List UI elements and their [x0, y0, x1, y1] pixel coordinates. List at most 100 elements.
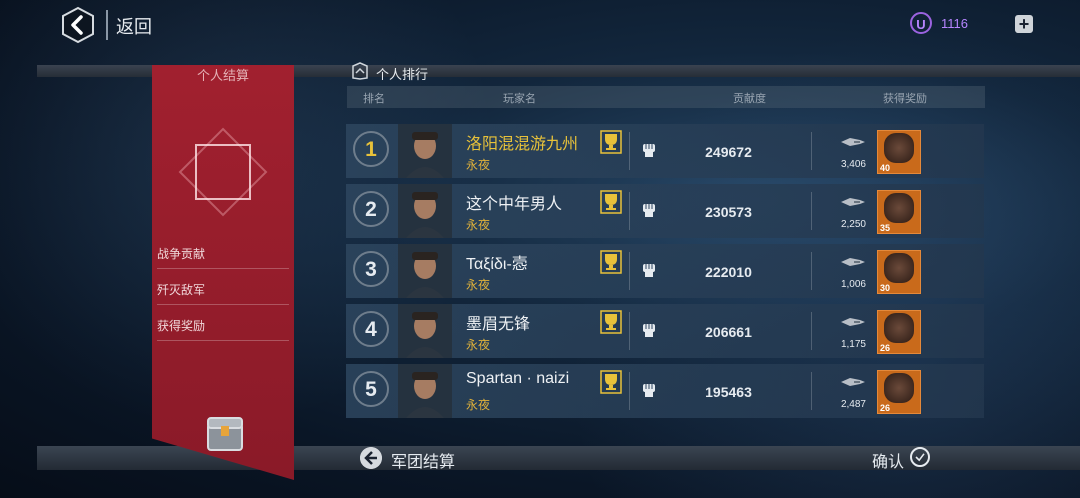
- reward-item[interactable]: 35: [877, 190, 921, 234]
- ship-reward-icon: [841, 378, 865, 386]
- player-name: Spartan · naizi: [466, 370, 570, 387]
- column-divider: [629, 252, 630, 290]
- trophy-icon: [600, 310, 622, 334]
- trophy-icon: [600, 370, 622, 394]
- ship-reward-count: 1,006: [840, 279, 866, 290]
- fist-icon: [643, 384, 655, 397]
- column-divider: [811, 252, 812, 290]
- player-avatar[interactable]: [398, 304, 452, 358]
- reward-item-count: 30: [880, 283, 891, 293]
- contribution-score: 195463: [705, 384, 752, 400]
- player-guild: 永夜: [466, 218, 491, 232]
- ship-reward-icon: [841, 138, 865, 146]
- back-divider: [106, 10, 108, 40]
- player-avatar[interactable]: [398, 124, 452, 178]
- trophy-icon: [600, 250, 622, 274]
- reward-item[interactable]: 40: [877, 130, 921, 174]
- reward-item-count: 26: [880, 343, 891, 353]
- top-bar: 返回 U 1116 +: [0, 0, 1080, 48]
- reward-item-count: 35: [880, 223, 891, 233]
- column-contribution: 贡献度: [733, 93, 766, 105]
- column-divider: [629, 192, 630, 230]
- ranking-row[interactable]: 4 墨眉无锋永夜 206661 1,175 26: [346, 304, 984, 358]
- column-divider: [629, 372, 630, 410]
- stat-war-contribution: 战争贡献: [157, 245, 289, 269]
- ranking-row[interactable]: 5 Spartan · naizi 永夜 195463 2,487 26: [346, 364, 984, 418]
- player-name: 洛阳混混游九州: [466, 136, 579, 153]
- personal-summary-panel: 个人结算 战争贡献 歼灭敌军 获得奖励: [152, 65, 294, 480]
- ranking-column-header: 排名 玩家名 贡献度 获得奖励: [347, 86, 985, 108]
- ranking-row[interactable]: 1 洛阳混混游九州 永夜 249672 3,406 40: [346, 124, 984, 178]
- rank-number: 5: [353, 371, 389, 407]
- player-guild: 永夜: [466, 278, 491, 292]
- reward-item-count: 40: [880, 163, 891, 173]
- currency-u-icon: U: [910, 12, 932, 34]
- trophy-icon: [600, 190, 622, 214]
- ore-icon: [884, 253, 914, 283]
- player-avatar[interactable]: [398, 364, 452, 418]
- ship-reward-icon: [841, 258, 865, 266]
- personal-summary-title: 个人结算: [196, 68, 249, 83]
- reward-item[interactable]: 26: [877, 370, 921, 414]
- player-guild: 永夜: [466, 158, 491, 172]
- player-name: 墨眉无锋: [466, 316, 531, 333]
- player-guild: 永夜: [466, 398, 491, 412]
- column-rank: 排名: [363, 93, 385, 105]
- ship-reward-count: 3,406: [840, 159, 866, 170]
- add-currency-button[interactable]: +: [1015, 15, 1033, 33]
- player-guild: 永夜: [466, 338, 491, 352]
- reward-item-count: 26: [880, 403, 891, 413]
- player-name: 这个中年男人: [466, 196, 563, 213]
- player-avatar[interactable]: [398, 184, 452, 238]
- reward-chest-icon[interactable]: [202, 410, 248, 456]
- ship-reward-icon: [841, 318, 865, 326]
- ore-icon: [884, 193, 914, 223]
- contribution-score: 249672: [705, 144, 752, 160]
- rank-number: 1: [353, 131, 389, 167]
- column-divider: [629, 312, 630, 350]
- legion-summary-label: 军团结算: [391, 454, 456, 471]
- rank-number: 4: [353, 311, 389, 347]
- back-arrow-icon[interactable]: [60, 6, 96, 44]
- reward-item[interactable]: 26: [877, 310, 921, 354]
- column-divider: [629, 132, 630, 170]
- ship-reward-count: 2,250: [840, 219, 866, 230]
- currency-value: 1116: [941, 16, 968, 31]
- ship-reward-count: 2,487: [840, 399, 866, 410]
- player-avatar[interactable]: [398, 244, 452, 298]
- contribution-score: 222010: [705, 264, 752, 280]
- column-divider: [811, 192, 812, 230]
- emblem-placeholder-icon: [178, 127, 268, 217]
- stat-enemies-destroyed: 歼灭敌军: [157, 281, 289, 305]
- contribution-score: 206661: [705, 324, 752, 340]
- column-player: 玩家名: [503, 93, 536, 105]
- confirm-label: 确认: [872, 454, 905, 471]
- ship-reward-icon: [841, 198, 865, 206]
- ranking-title: 个人排行: [376, 67, 429, 82]
- ore-icon: [884, 313, 914, 343]
- ore-icon: [884, 373, 914, 403]
- trophy-icon: [600, 130, 622, 154]
- rank-number: 3: [353, 251, 389, 287]
- arrow-left-circle-icon: [360, 447, 382, 469]
- ship-reward-count: 1,175: [840, 339, 866, 350]
- ore-icon: [884, 133, 914, 163]
- ranking-row[interactable]: 3 Ταξίδι-悫 永夜 222010 1,006 30: [346, 244, 984, 298]
- back-button[interactable]: 返回: [116, 13, 152, 39]
- column-reward: 获得奖励: [883, 93, 927, 105]
- reward-item[interactable]: 30: [877, 250, 921, 294]
- column-divider: [811, 132, 812, 170]
- stat-rewards-obtained: 获得奖励: [157, 317, 289, 341]
- fist-icon: [643, 144, 655, 157]
- contribution-score: 230573: [705, 204, 752, 220]
- player-name: Ταξίδι-悫: [466, 256, 528, 273]
- fist-icon: [643, 204, 655, 217]
- rank-number: 2: [353, 191, 389, 227]
- ranking-badge-icon: [352, 62, 368, 80]
- checkmark-circle-icon: [910, 447, 930, 467]
- ranking-row[interactable]: 2 这个中年男人 永夜 230573 2,250 35: [346, 184, 984, 238]
- fist-icon: [643, 264, 655, 277]
- column-divider: [811, 372, 812, 410]
- column-divider: [811, 312, 812, 350]
- fist-icon: [643, 324, 655, 337]
